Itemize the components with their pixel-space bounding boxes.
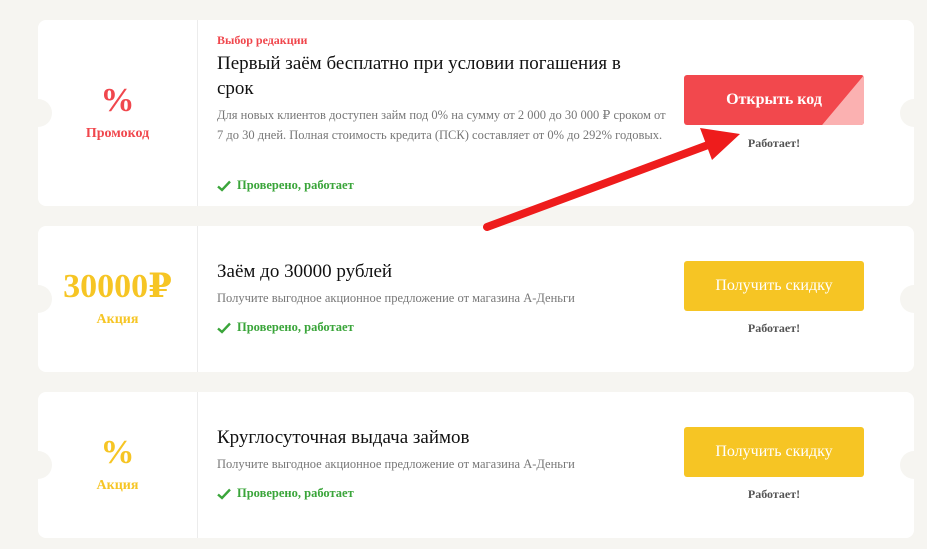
offer-type: Промокод: [85, 126, 150, 141]
checkmark-icon: [217, 322, 231, 334]
offer-actions: Получить скидку Работает!: [684, 392, 914, 538]
offer-body: Заём до 30000 рублей Получите выгодное а…: [198, 226, 684, 372]
get-discount-button[interactable]: Получить скидку: [684, 427, 864, 477]
offer-actions: Открыть код Работает!: [684, 20, 914, 206]
open-code-label: Открыть код: [726, 91, 822, 108]
get-discount-button[interactable]: Получить скидку: [684, 261, 864, 311]
offer-type: Акция: [96, 478, 139, 493]
offer-value-block: % Акция: [38, 392, 198, 538]
offer-body: Круглосуточная выдача займов Получите вы…: [198, 392, 684, 538]
offer-title[interactable]: Круглосуточная выдача займов: [217, 425, 657, 450]
offer-value-block: % Промокод: [38, 20, 198, 206]
code-peel-corner: [822, 75, 864, 125]
offer-description: Для новых клиентов доступен займ под 0% …: [217, 108, 666, 142]
verified-status: Проверено, работает: [217, 486, 354, 501]
offer-title[interactable]: Заём до 30000 рублей: [217, 259, 657, 284]
offer-description: Получите выгодное акционное предложение …: [217, 457, 575, 471]
offer-value: %: [100, 82, 135, 119]
verified-label: Проверено, работает: [237, 320, 354, 334]
editors-choice-badge: Выбор редакции: [217, 33, 308, 47]
open-code-button[interactable]: Открыть код: [684, 75, 864, 125]
offer-value: 30000₽: [63, 268, 172, 305]
verified-label: Проверено, работает: [237, 178, 354, 192]
offer-card-promo: % Промокод Выбор редакции Первый заём бе…: [38, 20, 914, 206]
offer-title[interactable]: Первый заём бесплатно при условии погаше…: [217, 51, 657, 101]
verified-status: Проверено, работает: [217, 320, 354, 335]
offer-card-24h: % Акция Круглосуточная выдача займов Пол…: [38, 392, 914, 538]
offer-value: %: [100, 434, 135, 471]
works-status: Работает!: [747, 487, 801, 501]
verified-label: Проверено, работает: [237, 486, 354, 500]
works-status: Работает!: [747, 136, 801, 150]
offer-type: Акция: [96, 312, 139, 327]
works-status: Работает!: [747, 321, 801, 335]
offer-card-loan: 30000₽ Акция Заём до 30000 рублей Получи…: [38, 226, 914, 372]
offer-actions: Получить скидку Работает!: [684, 226, 914, 372]
checkmark-icon: [217, 488, 231, 500]
offers-page: % Промокод Выбор редакции Первый заём бе…: [0, 0, 927, 549]
verified-status: Проверено, работает: [217, 178, 354, 193]
checkmark-icon: [217, 180, 231, 192]
offer-value-block: 30000₽ Акция: [38, 226, 198, 372]
offer-body: Выбор редакции Первый заём бесплатно при…: [198, 20, 684, 206]
offer-description: Получите выгодное акционное предложение …: [217, 291, 575, 305]
